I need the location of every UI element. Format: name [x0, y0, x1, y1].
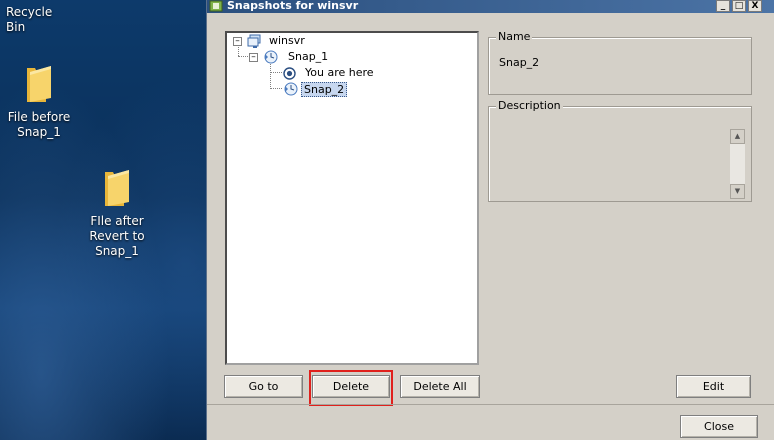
current-state-icon	[283, 67, 296, 80]
separator	[207, 404, 774, 405]
maximize-button[interactable]: □	[732, 0, 746, 12]
delete-all-button[interactable]: Delete All	[400, 375, 480, 398]
snapshot-tree[interactable]: – winsvr – Snap_1 You are here Snap_2	[225, 31, 479, 365]
folder-icon	[105, 170, 129, 206]
snapshot-clock-icon	[264, 50, 278, 64]
tree-line	[270, 72, 282, 73]
vm-icon	[247, 34, 261, 48]
collapse-expander[interactable]: –	[249, 53, 258, 62]
name-group: Name Snap_2	[488, 31, 752, 95]
folder-icon	[27, 66, 51, 102]
tree-label-snap1: Snap_1	[288, 50, 329, 63]
description-scrollbar[interactable]: ▲ ▼	[730, 129, 745, 199]
close-window-button[interactable]: X	[748, 0, 762, 12]
file-after-label-line3: Snap_1	[95, 244, 139, 258]
tree-label-winsvr: winsvr	[269, 34, 305, 47]
tree-label-you-are-here: You are here	[305, 66, 374, 79]
file-before-label-line1: File before	[7, 110, 71, 124]
desktop-icon-file-before-snap1[interactable]: File before Snap_1	[2, 64, 76, 140]
goto-button[interactable]: Go to	[224, 375, 303, 398]
file-before-label-line2: Snap_1	[17, 125, 61, 139]
desktop-icon-recycle-bin[interactable]: Recycle Bin	[6, 5, 74, 35]
snapshots-dialog: Snapshots for winsvr _ □ X – winsvr – Sn…	[206, 0, 774, 440]
desktop-background: Recycle Bin File before Snap_1 FIle afte…	[0, 0, 206, 440]
tree-line	[270, 88, 282, 89]
snapshot-manager-icon	[209, 0, 223, 12]
description-group-title: Description	[496, 99, 563, 112]
delete-highlight-box	[309, 370, 393, 406]
tree-label-snap2-selected: Snap_2	[301, 82, 348, 97]
snapshot-name-value: Snap_2	[499, 56, 540, 69]
minimize-glyph: _	[720, 1, 726, 11]
minimize-button[interactable]: _	[716, 0, 730, 12]
recycle-bin-label: Recycle Bin	[6, 5, 53, 34]
scroll-down-arrow-icon[interactable]: ▼	[730, 184, 745, 199]
maximize-glyph: □	[734, 1, 744, 11]
file-after-label-line1: FIle after	[90, 214, 144, 228]
close-glyph: X	[751, 1, 759, 11]
description-text	[497, 123, 725, 195]
collapse-expander[interactable]: –	[233, 37, 242, 46]
dialog-title-bar[interactable]: Snapshots for winsvr _ □ X	[207, 0, 774, 13]
edit-button[interactable]: Edit	[676, 375, 751, 398]
file-after-label-line2: Revert to	[89, 229, 145, 243]
tree-line	[270, 64, 271, 89]
dialog-title: Snapshots for winsvr	[227, 0, 359, 12]
name-group-title: Name	[496, 30, 533, 43]
snapshot-clock-icon	[284, 82, 298, 96]
scroll-up-arrow-icon[interactable]: ▲	[730, 129, 745, 144]
close-button[interactable]: Close	[680, 415, 758, 438]
description-group: Description ▲ ▼	[488, 100, 752, 202]
desktop-icon-file-after-revert[interactable]: FIle after Revert to Snap_1	[80, 168, 154, 259]
